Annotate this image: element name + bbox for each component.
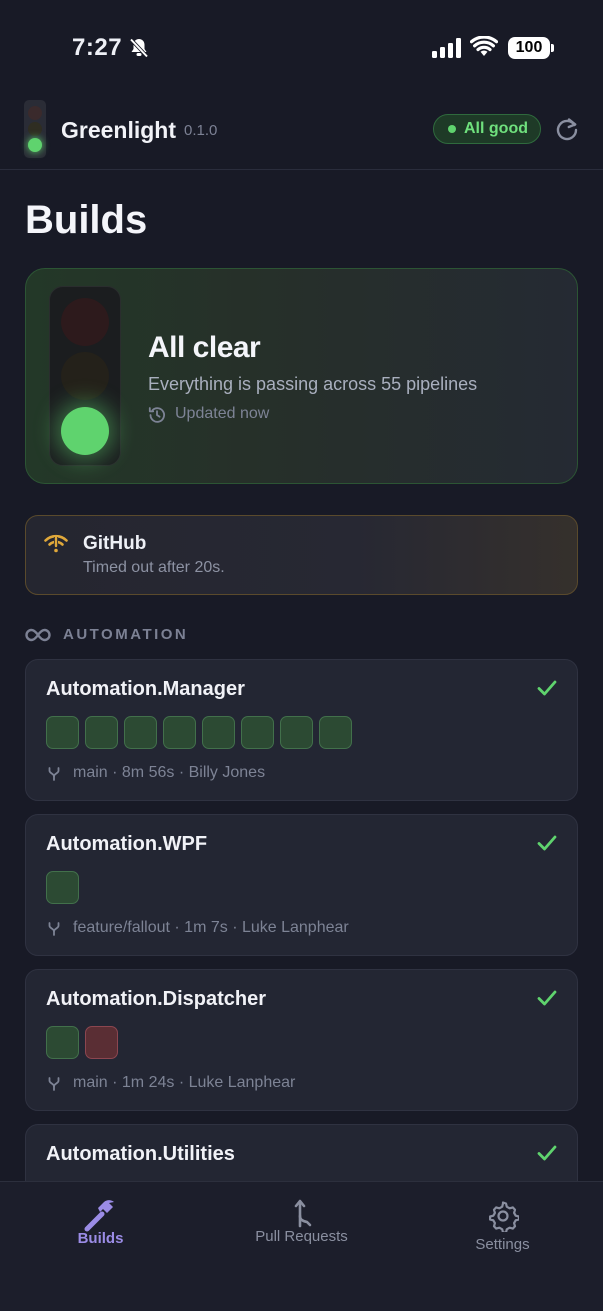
branch-icon xyxy=(46,766,62,787)
tab-settings[interactable]: Settings xyxy=(402,1182,603,1282)
alert-title: GitHub xyxy=(83,533,147,554)
checkmark-icon xyxy=(537,989,557,1012)
status-bar: 7:27 100 xyxy=(0,0,603,90)
pipeline-name: Automation.WPF xyxy=(46,833,208,855)
overall-status-badge[interactable]: All good xyxy=(433,114,541,144)
battery-indicator: 100 xyxy=(508,37,554,59)
app-header: Greenlight 0.1.0 All good xyxy=(0,96,603,170)
summary-card: All clear Everything is passing across 5… xyxy=(25,268,578,484)
tab-builds[interactable]: Builds xyxy=(0,1182,201,1282)
job-status-pass[interactable] xyxy=(241,716,274,749)
pipeline-card[interactable]: Automation.WPF feature/fallout · 1m 7s ·… xyxy=(25,814,578,956)
traffic-light-icon xyxy=(49,286,121,466)
section-label: AUTOMATION xyxy=(63,626,189,643)
status-dot-icon xyxy=(448,125,456,133)
gear-icon xyxy=(487,1200,520,1237)
tab-label: Pull Requests xyxy=(255,1228,348,1245)
branch-icon xyxy=(46,1076,62,1097)
traffic-light-logo-icon xyxy=(24,100,46,158)
infinity-icon xyxy=(25,626,51,649)
app-name: Greenlight xyxy=(61,117,177,143)
page-title: Builds xyxy=(25,198,148,242)
alert-message: Timed out after 20s. xyxy=(83,559,225,576)
pipeline-meta-text: main · 1m 24s · Luke Lanphear xyxy=(73,1074,296,1091)
history-icon xyxy=(147,405,167,430)
status-time: 7:27 xyxy=(72,34,123,61)
pipeline-name: Automation.Dispatcher xyxy=(46,988,267,1010)
refresh-icon[interactable] xyxy=(554,116,580,147)
job-status-pass[interactable] xyxy=(163,716,196,749)
checkmark-icon xyxy=(537,679,557,702)
job-status-pass[interactable] xyxy=(319,716,352,749)
checkmark-icon xyxy=(537,834,557,857)
pipeline-meta-text: feature/fallout · 1m 7s · Luke Lanphear xyxy=(73,919,349,936)
app-version: 0.1.0 xyxy=(184,122,218,139)
job-status-pass[interactable] xyxy=(46,716,79,749)
job-status-pass[interactable] xyxy=(85,716,118,749)
status-badge-label: All good xyxy=(464,120,528,137)
pipeline-meta-text: main · 8m 56s · Billy Jones xyxy=(73,764,266,781)
job-status-fail[interactable] xyxy=(85,1026,118,1059)
job-status-pass[interactable] xyxy=(202,716,235,749)
wifi-off-warning-icon xyxy=(44,534,68,559)
job-status-pass[interactable] xyxy=(46,1026,79,1059)
updated-timestamp: Updated now xyxy=(175,405,270,422)
tab-label: Builds xyxy=(77,1230,124,1247)
bell-muted-icon xyxy=(128,37,150,64)
job-status-pass[interactable] xyxy=(124,716,157,749)
branch-icon xyxy=(46,921,62,942)
tab-label: Settings xyxy=(475,1236,530,1253)
summary-subtitle: Everything is passing across 55 pipeline… xyxy=(148,374,478,394)
tab-pull-requests[interactable]: Pull Requests xyxy=(201,1182,402,1282)
wifi-icon xyxy=(469,35,499,63)
job-status-pass[interactable] xyxy=(46,871,79,904)
pipeline-name: Automation.Utilities xyxy=(46,1143,235,1165)
pipeline-card[interactable]: Automation.Manager main · 8m 56s · Billy… xyxy=(25,659,578,801)
tab-bar: Builds Pull Requests Settings xyxy=(0,1181,603,1311)
provider-warning-card[interactable]: GitHub Timed out after 20s. xyxy=(25,515,578,595)
cellular-signal-icon xyxy=(432,38,462,63)
pipeline-card[interactable]: Automation.Dispatcher main · 1m 24s · Lu… xyxy=(25,969,578,1111)
checkmark-icon xyxy=(537,1144,557,1167)
summary-title: All clear xyxy=(148,331,261,364)
job-status-pass[interactable] xyxy=(280,716,313,749)
pipeline-name: Automation.Manager xyxy=(46,678,245,700)
